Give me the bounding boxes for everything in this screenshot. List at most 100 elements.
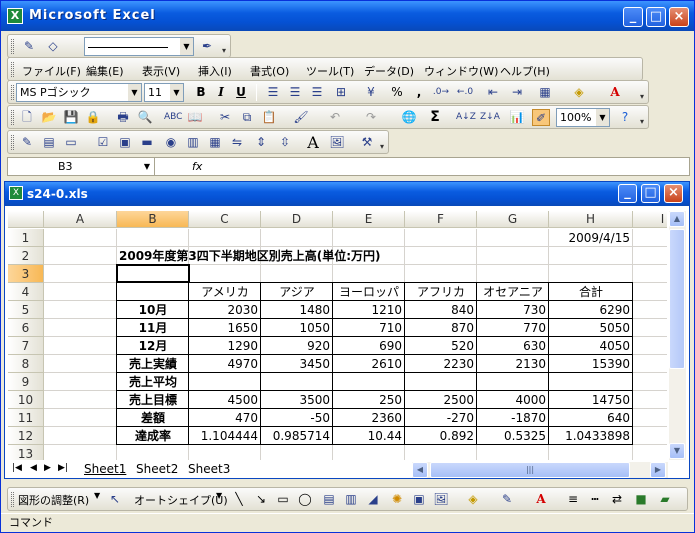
menu-tools[interactable]: ツール(T)	[306, 63, 354, 79]
currency-icon[interactable]: ¥	[362, 84, 380, 101]
value-cell[interactable]: 5050	[549, 319, 633, 337]
value-cell[interactable]: 1.104444	[189, 427, 261, 445]
draw-fill-color-icon[interactable]: ◈	[464, 491, 482, 508]
merge-center-icon[interactable]: ⊞	[332, 84, 350, 101]
sort-descending-icon[interactable]: Z↓A	[480, 109, 500, 126]
hyperlink-icon[interactable]: 🌐	[400, 109, 418, 126]
menu-insert[interactable]: 挿入(I)	[198, 63, 232, 79]
header-cell[interactable]: アメリカ	[189, 283, 261, 301]
spinner-icon[interactable]: ⇕	[252, 134, 270, 151]
undo-icon[interactable]: ↶	[326, 109, 344, 126]
new-icon[interactable]: 🗋	[18, 109, 36, 126]
column-header-a[interactable]: A	[44, 211, 117, 228]
value-cell[interactable]: 0.892	[405, 427, 477, 445]
value-cell[interactable]: 6290	[549, 301, 633, 319]
open-icon[interactable]: 📂	[40, 109, 58, 126]
value-cell[interactable]: 640	[549, 409, 633, 427]
value-cell[interactable]	[261, 373, 333, 391]
align-left-icon[interactable]: ☰	[264, 84, 282, 101]
group-box-icon[interactable]: ▭	[62, 134, 80, 151]
autosum-button[interactable]: Σ	[426, 109, 444, 126]
line-style-icon[interactable]: ≡	[564, 491, 582, 508]
vertical-thumb[interactable]	[669, 229, 685, 369]
title-bar[interactable]: X Microsoft Excel _ □ ×	[1, 1, 694, 31]
print-icon[interactable]: 🖶	[114, 109, 132, 126]
font-size-combo[interactable]: 11 ▼	[144, 83, 184, 102]
text-tool-button[interactable]: A	[304, 134, 322, 151]
value-cell[interactable]: 920	[261, 337, 333, 355]
scroll-left-icon[interactable]: ◀	[412, 462, 428, 478]
draw-line-color-icon[interactable]: ✎	[498, 491, 516, 508]
sort-ascending-icon[interactable]: A↓Z	[456, 109, 476, 126]
value-cell[interactable]: 2610	[333, 355, 405, 373]
tab-sheet1[interactable]: Sheet1	[80, 462, 131, 477]
prev-sheet-icon[interactable]: ◀	[30, 463, 37, 473]
row-header-8[interactable]: 8	[8, 355, 44, 373]
eraser-icon[interactable]: ◇	[44, 38, 62, 55]
row-header-10[interactable]: 10	[8, 391, 44, 409]
comma-button[interactable]: ,	[410, 84, 428, 101]
header-cell[interactable]: アジア	[261, 283, 333, 301]
text-box-icon[interactable]: ▤	[320, 491, 338, 508]
next-sheet-icon[interactable]: ▶	[44, 463, 51, 473]
value-cell[interactable]: 250	[333, 391, 405, 409]
horizontal-thumb[interactable]: |||	[430, 462, 630, 478]
value-cell[interactable]: 3450	[261, 355, 333, 373]
workbook-restore-button[interactable]: □	[641, 184, 660, 203]
row-label-cell[interactable]: 売上平均	[117, 373, 189, 391]
tools-icon[interactable]: ⚒	[358, 134, 376, 151]
header-cell[interactable]: オセアニア	[477, 283, 549, 301]
oval-icon[interactable]: ◯	[296, 491, 314, 508]
decrease-decimal-icon[interactable]: ←.0	[456, 84, 474, 101]
column-header-c[interactable]: C	[189, 211, 261, 228]
excel-app-icon[interactable]: X	[7, 8, 23, 24]
line-icon[interactable]: ╲	[230, 491, 248, 508]
row-label-cell[interactable]: 売上実績	[117, 355, 189, 373]
value-cell[interactable]: 520	[405, 337, 477, 355]
row-header-11[interactable]: 11	[8, 409, 44, 427]
pencil-icon[interactable]: ✎	[20, 38, 38, 55]
column-header-f[interactable]: F	[405, 211, 477, 228]
row-label-cell[interactable]: 差額	[117, 409, 189, 427]
autoshape-dropdown-icon[interactable]: ▼	[216, 491, 222, 500]
formatting-options-icon[interactable]: ▾	[638, 92, 646, 102]
value-cell[interactable]: 1210	[333, 301, 405, 319]
radio-icon[interactable]: ◉	[162, 134, 180, 151]
rectangle-icon[interactable]: ▭	[274, 491, 292, 508]
shadow-icon[interactable]: ■	[632, 491, 650, 508]
active-cell-selection[interactable]	[116, 264, 190, 283]
row-header-7[interactable]: 7	[8, 337, 44, 355]
formatting-grip[interactable]	[11, 85, 14, 100]
column-header-h[interactable]: H	[549, 211, 633, 228]
print-preview-icon[interactable]: 🔍	[136, 109, 154, 126]
value-cell[interactable]: 630	[477, 337, 549, 355]
save-icon[interactable]: 💾	[62, 109, 80, 126]
standard-options-icon[interactable]: ▾	[638, 117, 646, 127]
option-icon[interactable]: ▬	[138, 134, 156, 151]
fill-color-icon[interactable]: ◈	[570, 84, 588, 101]
value-cell[interactable]: -270	[405, 409, 477, 427]
chart-wizard-icon[interactable]: 📊	[508, 109, 526, 126]
row-label-cell[interactable]: 売上目標	[117, 391, 189, 409]
vertical-text-box-icon[interactable]: ▥	[342, 491, 360, 508]
menu-data[interactable]: データ(D)	[364, 63, 414, 79]
value-cell[interactable]: 690	[333, 337, 405, 355]
column-header-g[interactable]: G	[477, 211, 549, 228]
column-header-e[interactable]: E	[333, 211, 405, 228]
value-cell[interactable]: 0.985714	[261, 427, 333, 445]
cut-icon[interactable]: ✂	[216, 109, 234, 126]
toolbar-options-icon[interactable]: ▾	[220, 46, 228, 56]
checkbox-icon[interactable]: ☑	[94, 134, 112, 151]
borders-icon[interactable]: ▦	[536, 84, 554, 101]
arrow-icon[interactable]: ↘	[252, 491, 270, 508]
align-right-icon[interactable]: ☰	[308, 84, 326, 101]
value-cell[interactable]: 1650	[189, 319, 261, 337]
value-cell[interactable]: 870	[405, 319, 477, 337]
row-label-cell[interactable]: 10月	[117, 301, 189, 319]
help-icon[interactable]: ?	[616, 109, 634, 126]
align-center-icon[interactable]: ☰	[286, 84, 304, 101]
list-box-icon[interactable]: ▥	[184, 134, 202, 151]
standard-grip[interactable]	[11, 110, 14, 125]
paste-icon[interactable]: 📋	[260, 109, 278, 126]
clip-art-icon[interactable]: ▣	[410, 491, 428, 508]
